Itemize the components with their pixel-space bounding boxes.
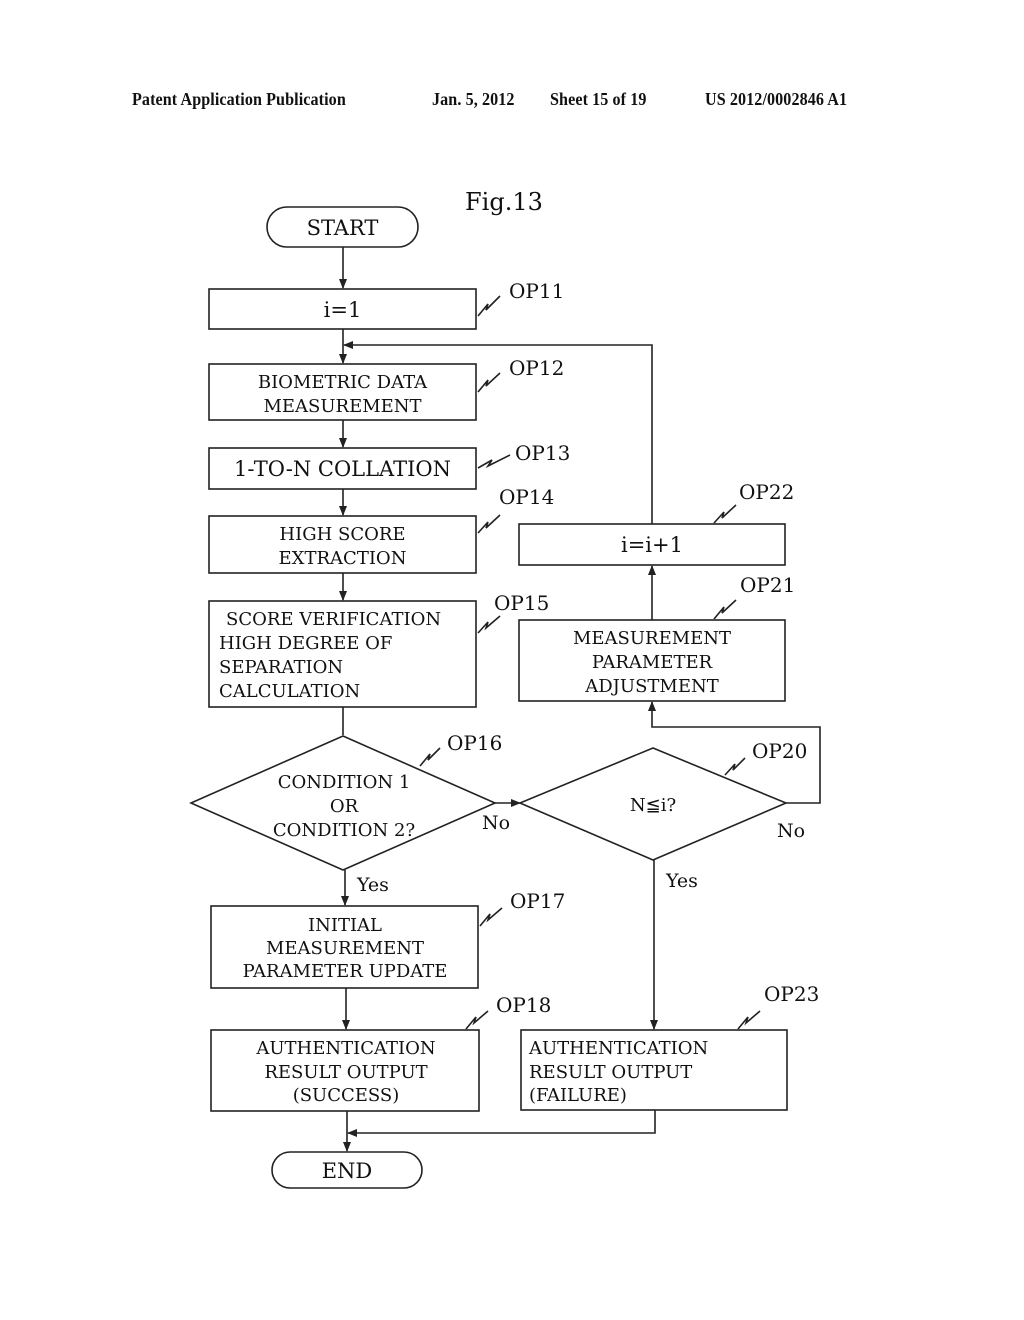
ref-op16: OP16 [447,731,502,755]
step-op18-line2: RESULT OUTPUT [264,1062,427,1083]
ref-leader-op22 [713,504,737,524]
figure-title: Fig.13 [465,188,543,216]
step-op22: i=i+1 OP22 [518,480,794,566]
ref-leader-op13 [477,454,511,469]
ref-leader-op23 [737,1010,761,1030]
decision-op16-line3: CONDITION 2? [273,820,415,841]
decision-op20: N≦i? OP20 [517,739,807,861]
ref-leader-op14 [477,514,501,534]
connector-op23-end [347,1110,656,1137]
end-terminal: END [271,1151,423,1189]
ref-leader-op18 [465,1010,489,1030]
step-op12-line1: BIOMETRIC DATA [258,372,428,393]
ref-op11: OP11 [509,279,564,303]
ref-leader-op11 [477,295,501,317]
ref-op17: OP17 [510,889,565,913]
start-label: START [307,216,379,240]
ref-op18: OP18 [496,993,551,1017]
step-op13-text: 1-TO-N COLLATION [234,457,451,481]
step-op18-line3: (SUCCESS) [293,1085,400,1106]
step-op12: BIOMETRIC DATA MEASUREMENT OP12 [208,356,564,421]
step-op23-line2: RESULT OUTPUT [529,1062,692,1083]
step-op14: HIGH SCORE EXTRACTION OP14 [208,485,554,574]
op16-yes-label: Yes [356,874,389,896]
step-op14-line1: HIGH SCORE [279,524,405,545]
step-op17-line3: PARAMETER UPDATE [243,961,448,982]
decision-op16: CONDITION 1 OR CONDITION 2? OP16 [189,731,502,871]
ref-op20: OP20 [752,739,807,763]
step-op17-line2: MEASUREMENT [266,938,424,959]
start-terminal: START [266,206,419,248]
ref-op13: OP13 [515,441,570,465]
step-op15-line4: CALCULATION [219,681,360,702]
step-op21-line3: ADJUSTMENT [584,676,718,697]
ref-leader-op20 [724,757,746,776]
decision-op20-text: N≦i? [630,795,676,816]
decision-op16-line1: CONDITION 1 [278,772,411,793]
ref-leader-op12 [477,372,501,393]
flowchart: Fig.13 START i=1 OP11 BIOMETRIC DATA MEA… [189,188,821,1189]
ref-op21: OP21 [740,573,795,597]
step-op15: SCORE VERIFICATION HIGH DEGREE OF SEPARA… [208,591,549,708]
step-op11-text: i=1 [324,298,362,322]
step-op23: AUTHENTICATION RESULT OUTPUT (FAILURE) O… [520,982,819,1111]
step-op21: MEASUREMENT PARAMETER ADJUSTMENT OP21 [518,573,795,702]
ref-leader-op16 [419,747,441,767]
step-op18: AUTHENTICATION RESULT OUTPUT (SUCCESS) O… [210,993,551,1112]
ref-op12: OP12 [509,356,564,380]
step-op12-line2: MEASUREMENT [263,396,421,417]
ref-op15: OP15 [494,591,549,615]
step-op18-line1: AUTHENTICATION [255,1038,435,1059]
step-op23-line1: AUTHENTICATION [528,1038,708,1059]
ref-op14: OP14 [499,485,554,509]
step-op15-line1: SCORE VERIFICATION [226,609,441,630]
decision-op16-line2: OR [330,796,359,817]
ref-leader-op17 [479,907,503,927]
step-op23-line3: (FAILURE) [529,1085,627,1106]
step-op14-line2: EXTRACTION [279,548,407,569]
op20-no-label: No [777,820,805,842]
ref-op22: OP22 [739,480,794,504]
end-label: END [322,1159,373,1183]
step-op22-text: i=i+1 [621,533,683,557]
step-op17: INITIAL MEASUREMENT PARAMETER UPDATE OP1… [210,889,565,989]
step-op17-line1: INITIAL [308,915,382,936]
step-op11: i=1 OP11 [208,279,564,330]
op16-no-label: No [482,812,510,834]
step-op15-line2: HIGH DEGREE OF [219,633,392,654]
ref-op23: OP23 [764,982,819,1006]
ref-leader-op15 [477,615,501,634]
step-op15-line3: SEPARATION [219,657,343,678]
step-op21-line1: MEASUREMENT [573,628,731,649]
ref-leader-op21 [713,599,737,620]
op20-yes-label: Yes [665,870,698,892]
step-op21-line2: PARAMETER [592,652,713,673]
step-op13: 1-TO-N COLLATION OP13 [208,441,570,490]
